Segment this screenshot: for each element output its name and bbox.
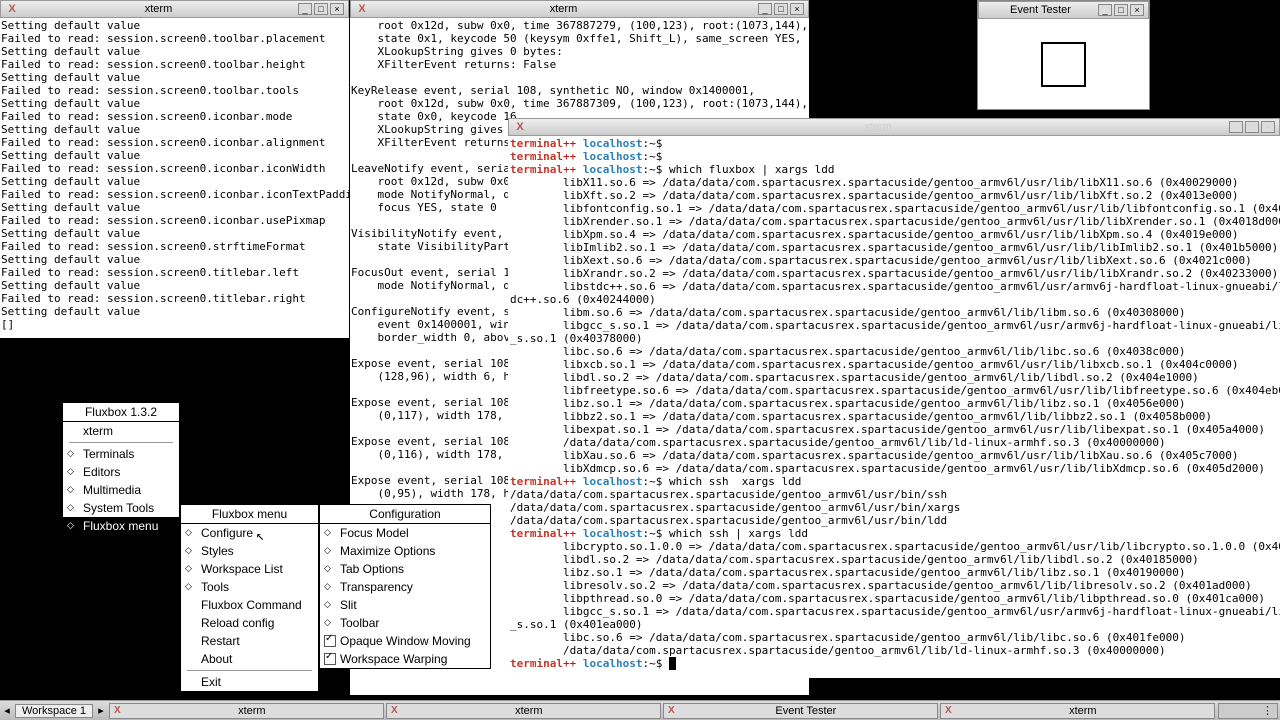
menu-item-styles[interactable]: Styles [181, 542, 318, 560]
menu-check-opaque-window-moving[interactable]: Opaque Window Moving [320, 632, 490, 650]
menu-separator [187, 670, 312, 671]
minimize-button[interactable]: _ [1229, 121, 1243, 133]
task-label: xterm [125, 705, 379, 717]
task-label: xterm [402, 705, 656, 717]
xterm-big-body[interactable]: terminal++ localhost:~$ terminal++ local… [508, 136, 1280, 678]
menu-separator [69, 442, 173, 443]
maximize-button[interactable]: □ [774, 3, 788, 15]
close-button[interactable]: × [790, 3, 804, 15]
event-tester-titlebar[interactable]: Event Tester _ □ × [978, 1, 1149, 19]
taskbar-task[interactable]: Xxterm [109, 703, 384, 719]
xterm-left-title: xterm [19, 3, 298, 15]
event-tester-box [1041, 42, 1086, 87]
menu-title: Fluxbox menu [181, 505, 318, 524]
menu-item-fluxbox-menu[interactable]: Fluxbox menu [63, 517, 179, 535]
menu-item-system-tools[interactable]: System Tools [63, 499, 179, 517]
menu-title: Configuration [320, 505, 490, 524]
menu-item-slit[interactable]: Slit [320, 596, 490, 614]
menu-item-multimedia[interactable]: Multimedia [63, 481, 179, 499]
workspace-next-button[interactable]: ▸ [94, 704, 108, 717]
menu-item-maximize-options[interactable]: Maximize Options [320, 542, 490, 560]
xterm-left-body[interactable]: Setting default value Failed to read: se… [0, 18, 349, 338]
menu-item-focus-model[interactable]: Focus Model [320, 524, 490, 542]
xterm-big-title: xterm [527, 121, 1229, 133]
close-button[interactable]: × [1261, 121, 1275, 133]
xterm-big-titlebar[interactable]: X xterm _ □ × [508, 118, 1280, 136]
xterm-left-titlebar[interactable]: X xterm _ □ × [0, 0, 349, 18]
maximize-button[interactable]: □ [314, 3, 328, 15]
fluxbox-menu-submenu: Fluxbox menu ConfigureStylesWorkspace Li… [180, 504, 319, 692]
maximize-button[interactable]: □ [1114, 4, 1128, 16]
close-button[interactable]: × [1130, 4, 1144, 16]
xterm-icon: X [355, 2, 369, 16]
menu-item-configure[interactable]: Configure [181, 524, 318, 542]
menu-item-terminals[interactable]: Terminals [63, 445, 179, 463]
minimize-button[interactable]: _ [298, 3, 312, 15]
menu-item-restart[interactable]: Restart [181, 632, 318, 650]
xterm-mid-titlebar[interactable]: X xterm _ □ × [350, 0, 809, 18]
menu-item-workspace-list[interactable]: Workspace List [181, 560, 318, 578]
menu-item-tools[interactable]: Tools [181, 578, 318, 596]
menu-item-about[interactable]: About [181, 650, 318, 668]
task-label: xterm [956, 705, 1210, 717]
tray-grip-icon: ⋮ [1262, 704, 1273, 717]
xterm-icon: X [5, 2, 19, 16]
menu-title: Fluxbox 1.3.2 [63, 403, 179, 422]
fluxbox-configuration-menu: Configuration Focus ModelMaximize Option… [319, 504, 491, 669]
taskbar-task[interactable]: Xxterm [940, 703, 1215, 719]
xterm-icon: X [513, 120, 527, 134]
xterm-mid-title: xterm [369, 3, 758, 15]
menu-item-tab-options[interactable]: Tab Options [320, 560, 490, 578]
menu-item-toolbar[interactable]: Toolbar [320, 614, 490, 632]
menu-item-fluxbox-command[interactable]: Fluxbox Command [181, 596, 318, 614]
close-button[interactable]: × [330, 3, 344, 15]
fluxbox-root-menu: Fluxbox 1.3.2 xterm TerminalsEditorsMult… [62, 402, 180, 536]
event-tester-body[interactable] [978, 19, 1149, 109]
menu-item-editors[interactable]: Editors [63, 463, 179, 481]
xterm-icon: X [945, 705, 952, 716]
system-tray[interactable]: ⋮ [1218, 703, 1278, 719]
event-tester-window: Event Tester _ □ × [977, 0, 1150, 110]
xterm-icon: X [391, 705, 398, 716]
menu-item-xterm[interactable]: xterm [63, 422, 179, 440]
taskbar-task[interactable]: X Event Tester [663, 703, 938, 719]
minimize-button[interactable]: _ [1098, 4, 1112, 16]
taskbar-task[interactable]: Xxterm [386, 703, 661, 719]
menu-check-workspace-warping[interactable]: Workspace Warping [320, 650, 490, 668]
xterm-icon: X [114, 705, 121, 716]
xterm-big-window: X xterm _ □ × terminal++ localhost:~$ te… [508, 118, 1280, 678]
xterm-icon: X [668, 705, 675, 716]
task-label: Event Tester [679, 705, 933, 717]
workspace-label[interactable]: Workspace 1 [15, 704, 93, 718]
menu-item-transparency[interactable]: Transparency [320, 578, 490, 596]
maximize-button[interactable]: □ [1245, 121, 1259, 133]
event-tester-title: Event Tester [983, 4, 1098, 16]
taskbar: ◂ Workspace 1 ▸ XxtermXxtermXEvent Teste… [0, 700, 1280, 720]
minimize-button[interactable]: _ [758, 3, 772, 15]
workspace-prev-button[interactable]: ◂ [0, 704, 14, 717]
menu-item-exit[interactable]: Exit [181, 673, 318, 691]
menu-item-reload-config[interactable]: Reload config [181, 614, 318, 632]
